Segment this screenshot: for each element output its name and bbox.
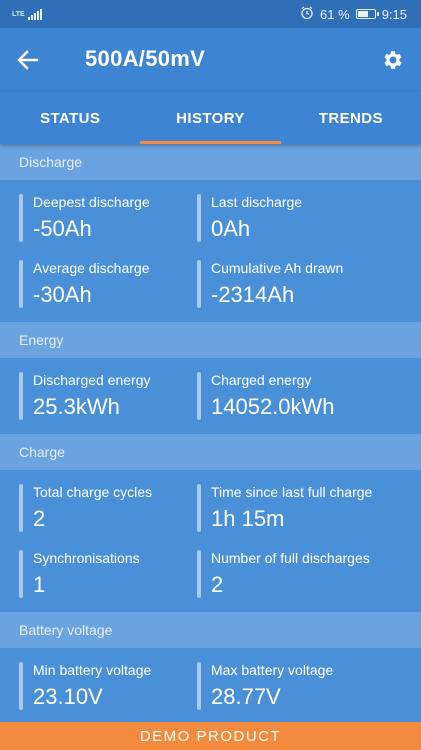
stat-label: Number of full discharges — [211, 550, 370, 566]
page-title: 500A/50mV — [85, 46, 206, 71]
section-energy: Discharged energy 25.3kWh Charged energy… — [0, 358, 421, 434]
section-header-discharge: Discharge — [0, 144, 421, 180]
arrow-left-icon — [17, 50, 39, 70]
stat-value: 2 — [33, 506, 46, 531]
stat-label: Min battery voltage — [33, 662, 152, 678]
status-bar: LTE 61 % 9:15 — [0, 0, 421, 28]
stat-value: -50Ah — [33, 216, 92, 241]
stat-label: Synchronisations — [33, 550, 140, 566]
stat-synchronisations: Synchronisations 1 — [19, 548, 197, 602]
gear-icon — [384, 51, 402, 69]
stat-value: -2314Ah — [211, 282, 295, 307]
stat-average-discharge: Average discharge -30Ah — [19, 258, 197, 312]
section-battery-voltage: Min battery voltage 23.10V Max battery v… — [0, 648, 421, 722]
battery-percent: 61 % — [320, 6, 350, 22]
tab-bar: STATUS HISTORY TRENDS — [0, 92, 421, 144]
stat-value: 2 — [211, 572, 224, 597]
stat-value: 14052.0kWh — [211, 394, 335, 419]
stat-label: Discharged energy — [33, 372, 151, 388]
section-header-battery-voltage: Battery voltage — [0, 612, 421, 648]
stat-value: 1h 15m — [211, 506, 285, 531]
section-header-energy: Energy — [0, 322, 421, 358]
stat-label: Deepest discharge — [33, 194, 150, 210]
settings-button[interactable] — [377, 44, 409, 76]
status-bar-left: LTE — [12, 8, 42, 20]
stat-time-since-last-full-charge: Time since last full charge 1h 15m — [197, 482, 421, 536]
stat-deepest-discharge: Deepest discharge -50Ah — [19, 192, 197, 246]
back-button[interactable] — [12, 44, 44, 76]
stat-value: 28.77V — [211, 684, 281, 709]
clock: 9:15 — [381, 6, 407, 22]
stat-label: Charged energy — [211, 372, 312, 388]
demo-product-banner: DEMO PRODUCT — [0, 722, 421, 750]
stat-label: Cumulative Ah drawn — [211, 260, 344, 276]
tab-trends[interactable]: TRENDS — [281, 92, 421, 144]
stat-value: 1 — [33, 572, 46, 597]
stat-label: Time since last full charge — [211, 484, 373, 500]
stat-min-battery-voltage: Min battery voltage 23.10V — [19, 660, 197, 714]
stat-charged-energy: Charged energy 14052.0kWh — [197, 370, 421, 424]
stat-label: Average discharge — [33, 260, 150, 276]
stat-value: 23.10V — [33, 684, 103, 709]
section-charge: Total charge cycles 2 Time since last fu… — [0, 470, 421, 612]
stat-discharged-energy: Discharged energy 25.3kWh — [19, 370, 197, 424]
stat-value: 25.3kWh — [33, 394, 120, 419]
stat-value: -30Ah — [33, 282, 92, 307]
stat-value: 0Ah — [211, 216, 251, 241]
battery-icon — [355, 9, 379, 19]
tab-status[interactable]: STATUS — [0, 92, 140, 144]
signal-icon — [27, 8, 42, 20]
stat-total-charge-cycles: Total charge cycles 2 — [19, 482, 197, 536]
history-content[interactable]: Discharge Deepest discharge -50Ah Last d… — [0, 144, 421, 722]
tab-history[interactable]: HISTORY — [140, 92, 281, 144]
section-discharge: Deepest discharge -50Ah Last discharge 0… — [0, 180, 421, 322]
stat-number-of-full-discharges: Number of full discharges 2 — [197, 548, 421, 602]
stat-max-battery-voltage: Max battery voltage 28.77V — [197, 660, 421, 714]
stat-cumulative-ah-drawn: Cumulative Ah drawn -2314Ah — [197, 258, 421, 312]
stat-label: Max battery voltage — [211, 662, 334, 678]
network-type: LTE — [12, 10, 25, 18]
stat-label: Total charge cycles — [33, 484, 153, 500]
status-bar-right: 61 % 9:15 — [300, 6, 407, 23]
stat-last-discharge: Last discharge 0Ah — [197, 192, 421, 246]
stat-label: Last discharge — [211, 194, 303, 210]
section-header-charge: Charge — [0, 434, 421, 470]
app-bar: 500A/50mV — [0, 28, 421, 92]
alarm-icon — [300, 6, 314, 23]
